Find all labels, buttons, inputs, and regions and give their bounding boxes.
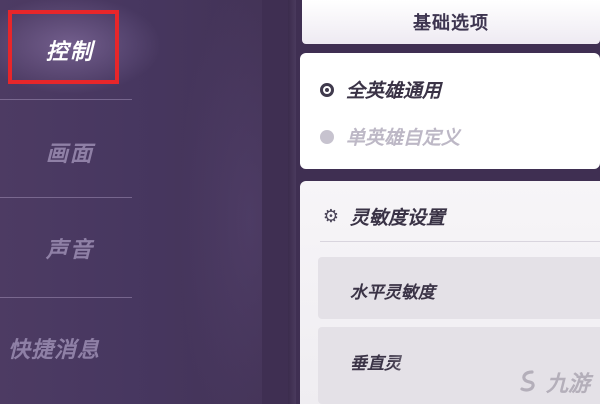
sidebar-divider xyxy=(0,99,132,100)
radio-all-heroes[interactable]: 全英雄通用 xyxy=(320,76,441,103)
panel-edge xyxy=(288,0,296,404)
tab-basic-options[interactable]: 基础选项 xyxy=(302,0,600,44)
sidebar-item-quick-messages[interactable]: 快捷消息 xyxy=(0,300,112,395)
watermark-text: 九游 xyxy=(545,372,590,397)
sensitivity-header: ⚙ 灵敏度设置 xyxy=(320,203,445,230)
sidebar-item-label: 声音 xyxy=(45,237,94,263)
gear-icon: ⚙ xyxy=(322,206,340,227)
sidebar: 控制 画面 声音 快捷消息 xyxy=(0,0,262,404)
highlight-box xyxy=(8,10,119,84)
radio-unchecked-icon xyxy=(320,129,334,144)
horizontal-sensitivity-row[interactable]: 水平灵敏度 xyxy=(318,257,600,319)
horizontal-sensitivity-label: 水平灵敏度 xyxy=(350,283,435,303)
watermark-logo-icon xyxy=(520,370,535,392)
radio-label: 单英雄自定义 xyxy=(346,127,461,149)
radio-label: 全英雄通用 xyxy=(346,80,442,102)
sidebar-divider xyxy=(0,197,132,198)
watermark: 九游 xyxy=(516,366,590,398)
sidebar-item-label: 画面 xyxy=(45,141,94,167)
tab-label: 基础选项 xyxy=(413,13,489,34)
sensitivity-title: 灵敏度设置 xyxy=(350,207,446,229)
mode-card: 全英雄通用 单英雄自定义 xyxy=(300,53,600,169)
sidebar-item-label: 快捷消息 xyxy=(7,337,100,363)
sidebar-item-display[interactable]: 画面 xyxy=(0,104,140,199)
radio-checked-icon xyxy=(320,82,334,97)
sidebar-item-sound[interactable]: 声音 xyxy=(0,200,140,295)
radio-single-hero[interactable]: 单英雄自定义 xyxy=(320,123,460,150)
section-divider xyxy=(320,241,600,242)
watermark-fade xyxy=(390,337,510,387)
sidebar-divider xyxy=(0,297,132,298)
